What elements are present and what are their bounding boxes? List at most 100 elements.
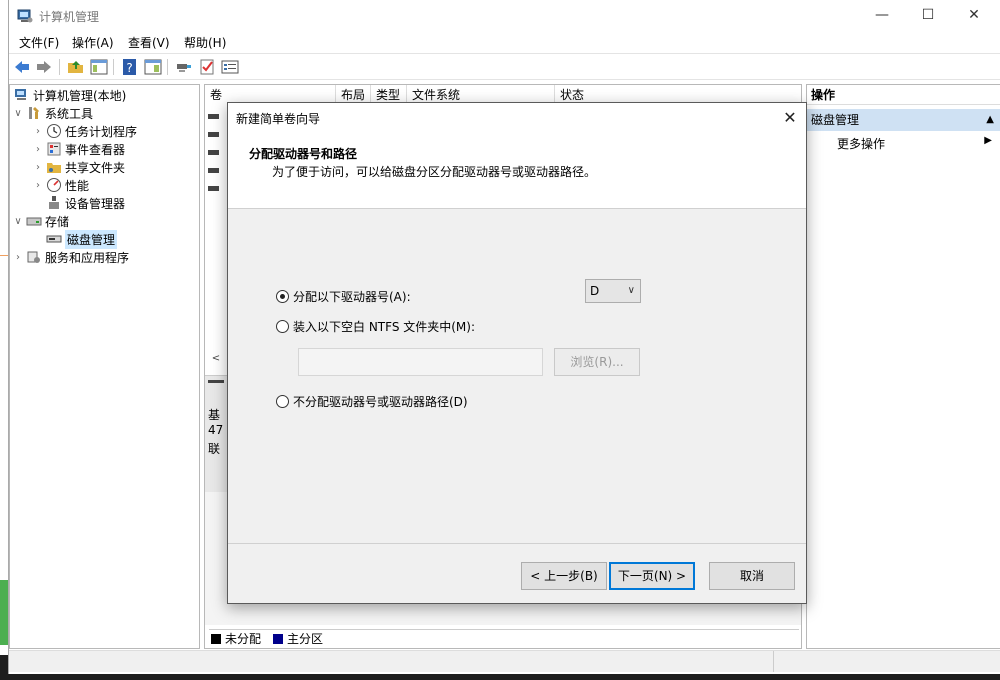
disk-type-text: 基: [208, 408, 221, 422]
dialog-close-button[interactable]: ✕: [778, 105, 802, 131]
new-simple-volume-wizard: 新建简单卷向导 ✕ 分配驱动器号和路径 为了便于访问，可以给磁盘分区分配驱动器号…: [227, 102, 807, 604]
navigation-tree: 计算机管理(本地) ∨ 系统工具 › 任务计划程序 › 事件查看器 › 共享文件…: [9, 84, 200, 649]
menu-view[interactable]: 查看(V): [128, 34, 170, 51]
menu-bar: 文件(F) 操作(A) 查看(V) 帮助(H): [9, 32, 1000, 53]
maximize-button[interactable]: ☐: [905, 0, 951, 32]
tree-item-device-manager[interactable]: 设备管理器: [44, 194, 125, 212]
performance-icon: [47, 178, 61, 192]
menu-help[interactable]: 帮助(H): [184, 34, 226, 51]
actions-section-disk-management[interactable]: 磁盘管理 ▲: [807, 109, 1000, 131]
storage-icon: [26, 217, 42, 226]
drive-icon: [208, 168, 219, 173]
chevron-down-icon: ∨: [627, 285, 635, 296]
actions-pane: 操作 磁盘管理 ▲ 更多操作 ▶: [806, 84, 1000, 649]
volume-row[interactable]: [208, 183, 228, 193]
collapsed-chevron-icon[interactable]: ›: [32, 144, 44, 155]
forward-icon[interactable]: [35, 58, 53, 76]
menu-action[interactable]: 操作(A): [72, 34, 114, 51]
drive-icon: [208, 150, 219, 155]
disk-icon: [208, 380, 224, 383]
back-button[interactable]: < 上一步(B): [521, 562, 607, 590]
up-folder-icon[interactable]: [67, 58, 85, 76]
computer-management-icon: [15, 89, 26, 100]
properties-icon[interactable]: [221, 58, 239, 76]
menu-file[interactable]: 文件(F): [19, 34, 59, 51]
tree-item-label: 服务和应用程序: [45, 250, 130, 265]
tree-item-event-viewer[interactable]: › 事件查看器: [32, 140, 125, 158]
device-manager-icon: [49, 196, 59, 209]
window-title: 计算机管理: [39, 10, 100, 24]
option-assign-label: 分配以下驱动器号(A):: [293, 290, 411, 304]
option-none-label: 不分配驱动器号或驱动器路径(D): [293, 395, 468, 409]
more-actions-link[interactable]: 更多操作: [837, 135, 885, 152]
show-hide-action-pane-icon[interactable]: [144, 58, 162, 76]
event-viewer-icon: [47, 142, 61, 156]
toolbar: ?: [9, 53, 1000, 80]
connect-icon[interactable]: [175, 58, 193, 76]
collapsed-chevron-icon[interactable]: ›: [12, 252, 24, 263]
radio-none[interactable]: [276, 395, 289, 408]
actions-header: 操作: [807, 85, 1000, 105]
drive-letter-value: D: [590, 284, 600, 298]
expanded-chevron-icon[interactable]: ∨: [12, 216, 24, 227]
expanded-chevron-icon[interactable]: ∨: [12, 108, 24, 119]
scroll-left-icon[interactable]: <: [205, 351, 227, 367]
tree-item-services-apps[interactable]: › 服务和应用程序: [12, 248, 129, 266]
legend-primary: 主分区: [287, 632, 324, 646]
volume-row[interactable]: [208, 129, 228, 139]
tree-item-storage[interactable]: ∨ 存储: [12, 212, 69, 230]
folder-path-input[interactable]: [298, 348, 543, 376]
drive-icon: [208, 186, 219, 191]
tree-item-shared-folders[interactable]: › 共享文件夹: [32, 158, 125, 176]
drive-icon: [208, 114, 219, 119]
option-no-drive-letter[interactable]: 不分配驱动器号或驱动器路径(D): [276, 393, 468, 410]
dialog-title: 新建简单卷向导: [236, 112, 321, 126]
tree-root-label: 计算机管理(本地): [33, 88, 127, 103]
checklist-icon[interactable]: [198, 58, 216, 76]
tree-item-task-scheduler[interactable]: › 任务计划程序: [32, 122, 137, 140]
tree-item-performance[interactable]: › 性能: [32, 176, 89, 194]
primary-swatch: [273, 633, 284, 644]
legend-unallocated: 未分配: [225, 632, 262, 646]
option-mount-ntfs-folder[interactable]: 装入以下空白 NTFS 文件夹中(M):: [276, 318, 475, 335]
tree-item-label: 性能: [65, 178, 90, 193]
volume-row[interactable]: [208, 147, 228, 157]
services-icon: [27, 251, 40, 263]
next-button[interactable]: 下一页(N) >: [609, 562, 695, 590]
disk-status-text: 联: [208, 442, 221, 456]
disk-management-icon: [46, 235, 62, 243]
disk-0-label[interactable]: 基 47 联: [205, 376, 229, 492]
shared-folder-icon: [47, 163, 61, 173]
tree-item-label: 共享文件夹: [65, 160, 126, 175]
minimize-button[interactable]: —: [859, 0, 905, 32]
help-icon[interactable]: ?: [121, 58, 139, 76]
show-hide-tree-icon[interactable]: [90, 58, 108, 76]
collapsed-chevron-icon[interactable]: ›: [32, 180, 44, 191]
browse-button[interactable]: 浏览(R)...: [554, 348, 640, 376]
volume-row[interactable]: [208, 111, 228, 121]
close-button[interactable]: ✕: [951, 0, 997, 32]
actions-section-label: 磁盘管理: [811, 113, 860, 127]
dialog-title-bar: 新建简单卷向导 ✕: [228, 103, 806, 133]
desktop-edge: [0, 255, 8, 256]
back-icon[interactable]: [13, 58, 31, 76]
dialog-subheading: 为了便于访问，可以给磁盘分区分配驱动器号或驱动器路径。: [272, 165, 597, 179]
cancel-button[interactable]: 取消: [709, 562, 795, 590]
option-assign-drive-letter[interactable]: 分配以下驱动器号(A):: [276, 288, 411, 305]
collapsed-chevron-icon[interactable]: ›: [32, 162, 44, 173]
radio-assign[interactable]: [276, 290, 289, 303]
unallocated-swatch: [211, 633, 221, 644]
tree-root[interactable]: 计算机管理(本地): [12, 86, 126, 104]
drive-letter-dropdown[interactable]: D ∨: [585, 279, 641, 303]
disk-size-text: 47: [208, 423, 224, 437]
submenu-arrow-icon[interactable]: ▶: [984, 135, 992, 146]
option-mount-label: 装入以下空白 NTFS 文件夹中(M):: [293, 320, 476, 334]
collapsed-chevron-icon[interactable]: ›: [32, 126, 44, 137]
collapse-up-icon[interactable]: ▲: [986, 109, 994, 131]
tools-icon: [29, 107, 39, 119]
tree-item-disk-management[interactable]: 磁盘管理: [44, 229, 118, 249]
radio-mount[interactable]: [276, 320, 289, 333]
volume-row[interactable]: [208, 165, 228, 175]
tree-item-system-tools[interactable]: ∨ 系统工具: [12, 104, 93, 122]
tree-item-label: 磁盘管理: [65, 229, 118, 249]
